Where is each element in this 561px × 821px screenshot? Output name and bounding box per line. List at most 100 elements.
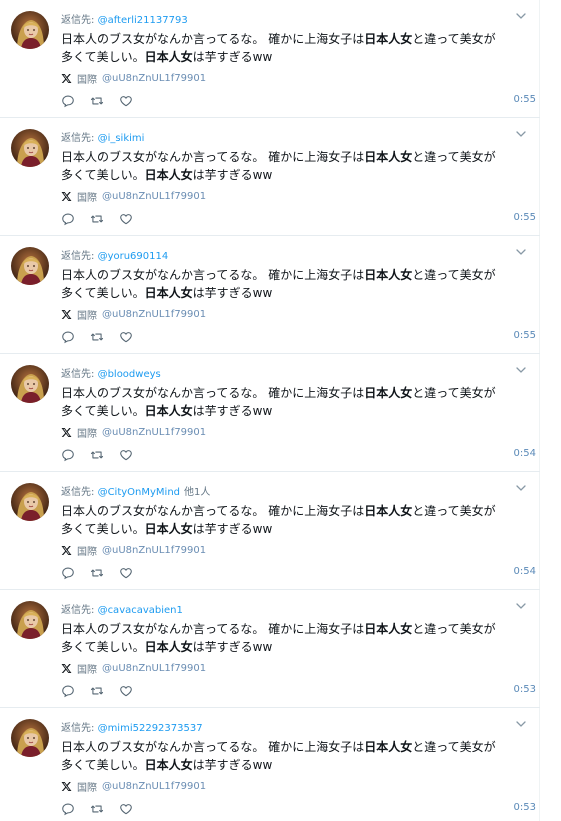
source-handle[interactable]: @uU8nZnUL1f79901 — [102, 663, 206, 674]
tweet-text-part: は芋すぎるww — [192, 640, 273, 654]
retweet-icon[interactable] — [90, 211, 104, 225]
reply-prefix: 返信先: — [61, 133, 95, 144]
source-handle[interactable]: @uU8nZnUL1f79901 — [102, 427, 206, 438]
tweet-text-part: 日本人のブス女がなんか言ってるな。 確かに上海女子は — [61, 268, 365, 282]
source-label: 国際 — [77, 428, 97, 440]
reply-to-handle[interactable]: @cavacavabien1 — [98, 605, 183, 616]
tweet-text: 日本人のブス女がなんか言ってるな。 確かに上海女子は日本人女と違って美女が 多くて… — [61, 384, 501, 420]
heart-icon[interactable] — [119, 801, 133, 815]
tweet-text-part: 多くて美しい。 — [61, 640, 145, 654]
reply-to-handle[interactable]: @yoru690114 — [98, 251, 169, 262]
heart-icon[interactable] — [119, 447, 133, 461]
source-label: 国際 — [77, 546, 97, 558]
reply-icon[interactable] — [61, 565, 75, 580]
tweet-text-part: と違って美女が — [412, 504, 496, 518]
reply-to-handle[interactable]: @afterli21137793 — [98, 15, 188, 26]
reply-icon[interactable] — [61, 801, 75, 816]
reply-icon[interactable] — [61, 93, 75, 108]
timestamp[interactable]: 0:55 — [514, 94, 536, 105]
avatar[interactable] — [11, 129, 49, 167]
avatar[interactable] — [11, 483, 49, 521]
x-logo-icon — [61, 545, 72, 556]
tweet-card[interactable]: 返信先: @i_sikimi 日本人のブス女がなんか言ってるな。 確かに上海女子は… — [0, 118, 540, 236]
retweet-icon[interactable] — [90, 93, 104, 107]
avatar[interactable] — [11, 11, 49, 49]
action-bar — [61, 329, 148, 344]
avatar[interactable] — [11, 601, 49, 639]
tweet-text-bold: 日本人女 — [364, 740, 413, 754]
timestamp[interactable]: 0:53 — [514, 684, 536, 695]
avatar[interactable] — [11, 719, 49, 757]
tweet-text-part: と違って美女が — [412, 32, 496, 46]
retweet-icon[interactable] — [90, 565, 104, 579]
reply-icon[interactable] — [61, 329, 75, 344]
tweet-text-bold: 日本人女 — [364, 622, 413, 636]
tweet-text-part: は芋すぎるww — [192, 286, 273, 300]
retweet-icon[interactable] — [90, 683, 104, 697]
reply-icon[interactable] — [61, 447, 75, 462]
retweet-icon[interactable] — [90, 447, 104, 461]
source-label: 国際 — [77, 74, 97, 86]
tweet-card[interactable]: 返信先: @yoru690114 日本人のブス女がなんか言ってるな。 確かに上海女… — [0, 236, 540, 354]
retweet-icon[interactable] — [90, 329, 104, 343]
heart-icon[interactable] — [119, 211, 133, 225]
timestamp[interactable]: 0:54 — [514, 566, 536, 577]
reply-icon[interactable] — [61, 683, 75, 698]
tweet-text-part: 日本人のブス女がなんか言ってるな。 確かに上海女子は — [61, 622, 365, 636]
reply-others[interactable]: 他1人 — [184, 487, 210, 498]
x-logo-icon — [61, 73, 72, 84]
tweet-text-part: 多くて美しい。 — [61, 286, 145, 300]
retweet-icon[interactable] — [90, 801, 104, 815]
timestamp[interactable]: 0:54 — [514, 448, 536, 459]
tweet-card[interactable]: 返信先: @mimi52292373537 日本人のブス女がなんか言ってるな。 確… — [0, 708, 540, 821]
chevron-down-icon[interactable] — [514, 244, 528, 258]
reply-to-handle[interactable]: @mimi52292373537 — [98, 723, 203, 734]
reply-to-line: 返信先: @afterli21137793 — [61, 11, 188, 26]
tweet-text-part: 多くて美しい。 — [61, 522, 145, 536]
source-handle[interactable]: @uU8nZnUL1f79901 — [102, 73, 206, 84]
tweet-card[interactable]: 返信先: @CityOnMyMind 他1人日本人のブス女がなんか言ってるな。 確… — [0, 472, 540, 590]
reply-icon[interactable] — [61, 211, 75, 226]
tweet-text-part: は芋すぎるww — [192, 404, 273, 418]
timestamp[interactable]: 0:55 — [514, 330, 536, 341]
reply-to-handle[interactable]: @CityOnMyMind — [98, 487, 180, 498]
source-handle[interactable]: @uU8nZnUL1f79901 — [102, 191, 206, 202]
heart-icon[interactable] — [119, 565, 133, 579]
avatar[interactable] — [11, 365, 49, 403]
tweet-card[interactable]: 返信先: @afterli21137793 日本人のブス女がなんか言ってるな。 確… — [0, 0, 540, 118]
reply-to-handle[interactable]: @bloodweys — [98, 369, 161, 380]
tweet-text-part: と違って美女が — [412, 740, 496, 754]
tweet-text-bold: 日本人女 — [364, 504, 413, 518]
timestamp[interactable]: 0:55 — [514, 212, 536, 223]
heart-icon[interactable] — [119, 683, 133, 697]
source-handle[interactable]: @uU8nZnUL1f79901 — [102, 545, 206, 556]
tweet-text-part: 日本人のブス女がなんか言ってるな。 確かに上海女子は — [61, 504, 365, 518]
timestamp[interactable]: 0:53 — [514, 802, 536, 813]
reply-to-handle[interactable]: @i_sikimi — [98, 133, 145, 144]
action-bar — [61, 93, 148, 108]
chevron-down-icon[interactable] — [514, 598, 528, 612]
source-label: 国際 — [77, 782, 97, 794]
source-handle[interactable]: @uU8nZnUL1f79901 — [102, 309, 206, 320]
chevron-down-icon[interactable] — [514, 8, 528, 22]
action-bar — [61, 801, 148, 816]
heart-icon[interactable] — [119, 93, 133, 107]
avatar[interactable] — [11, 247, 49, 285]
action-bar — [61, 683, 148, 698]
tweet-text-part: 日本人のブス女がなんか言ってるな。 確かに上海女子は — [61, 32, 365, 46]
source-row: 国際 @uU8nZnUL1f79901 — [61, 307, 206, 322]
source-handle[interactable]: @uU8nZnUL1f79901 — [102, 781, 206, 792]
tweet-text-bold: 日本人女 — [364, 150, 413, 164]
chevron-down-icon[interactable] — [514, 362, 528, 376]
chevron-down-icon[interactable] — [514, 480, 528, 494]
chevron-down-icon[interactable] — [514, 126, 528, 140]
tweet-card[interactable]: 返信先: @bloodweys 日本人のブス女がなんか言ってるな。 確かに上海女子… — [0, 354, 540, 472]
tweet-card[interactable]: 返信先: @cavacavabien1 日本人のブス女がなんか言ってるな。 確かに… — [0, 590, 540, 708]
reply-prefix: 返信先: — [61, 487, 95, 498]
chevron-down-icon[interactable] — [514, 716, 528, 730]
reply-to-line: 返信先: @CityOnMyMind 他1人 — [61, 483, 210, 498]
x-logo-icon — [61, 309, 72, 320]
tweet-text-part: と違って美女が — [412, 150, 496, 164]
tweet-text-bold: 日本人女 — [144, 50, 193, 64]
heart-icon[interactable] — [119, 329, 133, 343]
